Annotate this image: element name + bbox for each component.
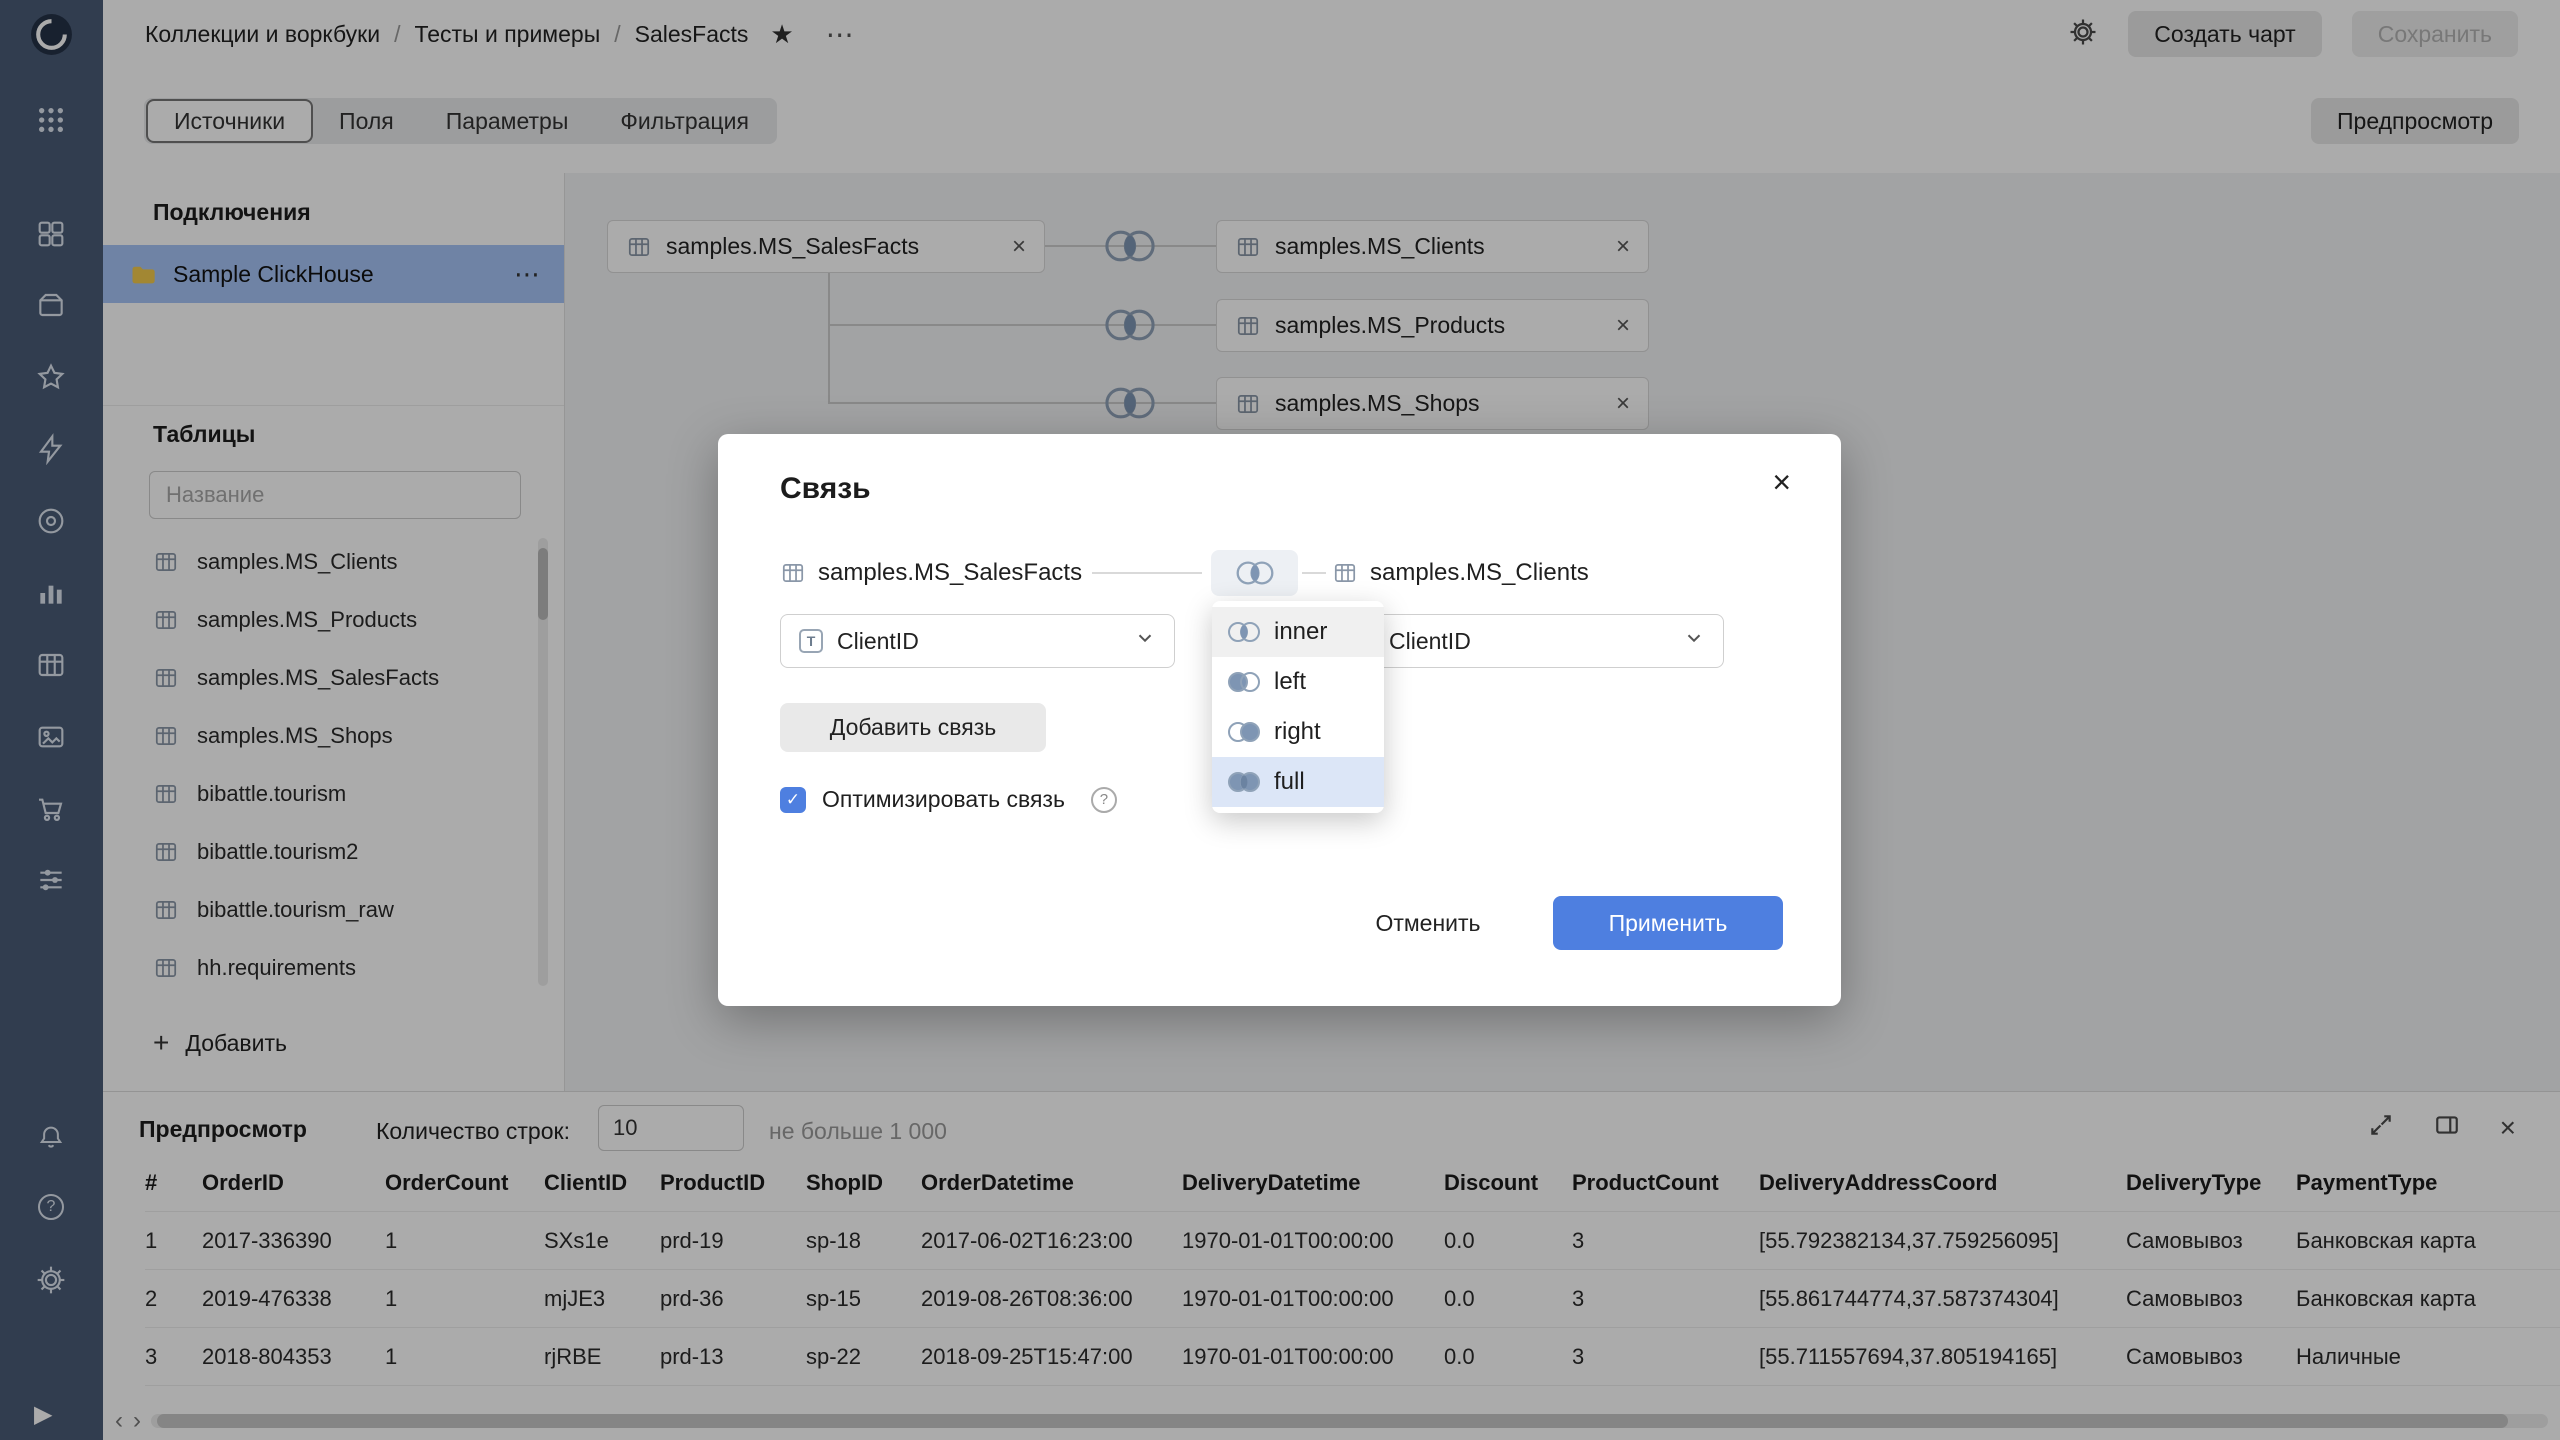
dialog-title: Связь (780, 472, 871, 506)
table-icon (780, 560, 806, 591)
optimize-checkbox[interactable]: ✓ (780, 787, 806, 813)
left-field-value: ClientID (837, 628, 919, 655)
right-field-value: ClientID (1389, 628, 1471, 655)
field-type-icon: T (799, 629, 823, 653)
close-dialog-icon[interactable]: × (1772, 466, 1791, 498)
left-field-select[interactable]: T ClientID (780, 614, 1175, 668)
join-connector-line (1302, 572, 1326, 574)
venn-inner-icon (1226, 619, 1262, 645)
apply-button[interactable]: Применить (1553, 896, 1783, 950)
help-question-icon[interactable]: ? (1091, 787, 1117, 813)
chevron-down-icon (1134, 627, 1156, 655)
chevron-down-icon (1683, 627, 1705, 655)
join-type-dropdown: inner left right full (1212, 601, 1384, 813)
join-tables-row: samples.MS_SalesFacts samples.MS_Clients (718, 550, 1841, 596)
join-option-right[interactable]: right (1212, 707, 1384, 757)
join-option-label: left (1274, 668, 1306, 696)
add-link-button[interactable]: Добавить связь (780, 703, 1046, 752)
join-option-left[interactable]: left (1212, 657, 1384, 707)
join-option-label: inner (1274, 618, 1327, 646)
venn-full-icon (1226, 769, 1262, 795)
join-option-label: right (1274, 718, 1321, 746)
right-field-select[interactable]: T ClientID (1332, 614, 1724, 668)
join-connector-line (1092, 572, 1202, 574)
optimize-label: Оптимизировать связь (822, 786, 1065, 813)
venn-left-icon (1226, 669, 1262, 695)
right-table-name: samples.MS_Clients (1370, 550, 1589, 596)
join-option-inner[interactable]: inner (1212, 607, 1384, 657)
cancel-button[interactable]: Отменить (1358, 896, 1498, 950)
table-icon (1332, 560, 1358, 591)
venn-right-icon (1226, 719, 1262, 745)
join-option-label: full (1274, 768, 1305, 796)
join-option-full[interactable]: full (1212, 757, 1384, 807)
join-type-trigger[interactable] (1211, 550, 1298, 596)
left-table-name: samples.MS_SalesFacts (818, 550, 1082, 596)
optimize-option-row: ✓ Оптимизировать связь ? (780, 786, 1117, 813)
